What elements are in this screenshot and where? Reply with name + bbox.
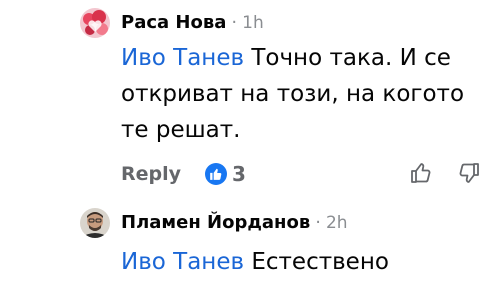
comment-text: Иво Танев Точно така. И се откриват на т…	[121, 40, 481, 148]
separator-dot: ·	[231, 12, 238, 33]
reply-button[interactable]: Reply	[121, 161, 181, 187]
timestamp[interactable]: 2h	[326, 213, 348, 233]
comment-header: Пламен Йорданов · 2h	[121, 211, 348, 235]
author-name[interactable]: Раса Нова	[121, 12, 226, 33]
comment-header: Раса Нова · 1h	[121, 11, 264, 35]
mention-link[interactable]: Иво Танев	[121, 45, 244, 71]
mention-link[interactable]: Иво Танев	[121, 249, 244, 275]
like-reaction-icon	[205, 163, 227, 185]
avatar-image	[80, 8, 110, 38]
separator-dot: ·	[315, 212, 321, 233]
avatar[interactable]	[80, 8, 110, 38]
reaction-count: 3	[232, 162, 246, 186]
thumbs-up-icon[interactable]	[409, 161, 433, 189]
comment-body: Естествено	[244, 249, 389, 275]
avatar-image	[80, 208, 110, 238]
timestamp[interactable]: 1h	[242, 13, 264, 33]
comment-actions: Reply 3	[121, 161, 481, 187]
reaction-summary[interactable]: 3	[205, 162, 246, 186]
thumbs-down-icon[interactable]	[457, 161, 481, 189]
author-name[interactable]: Пламен Йорданов	[121, 212, 310, 233]
comment-text: Иво Танев Естествено	[121, 244, 481, 280]
avatar[interactable]	[80, 208, 110, 238]
